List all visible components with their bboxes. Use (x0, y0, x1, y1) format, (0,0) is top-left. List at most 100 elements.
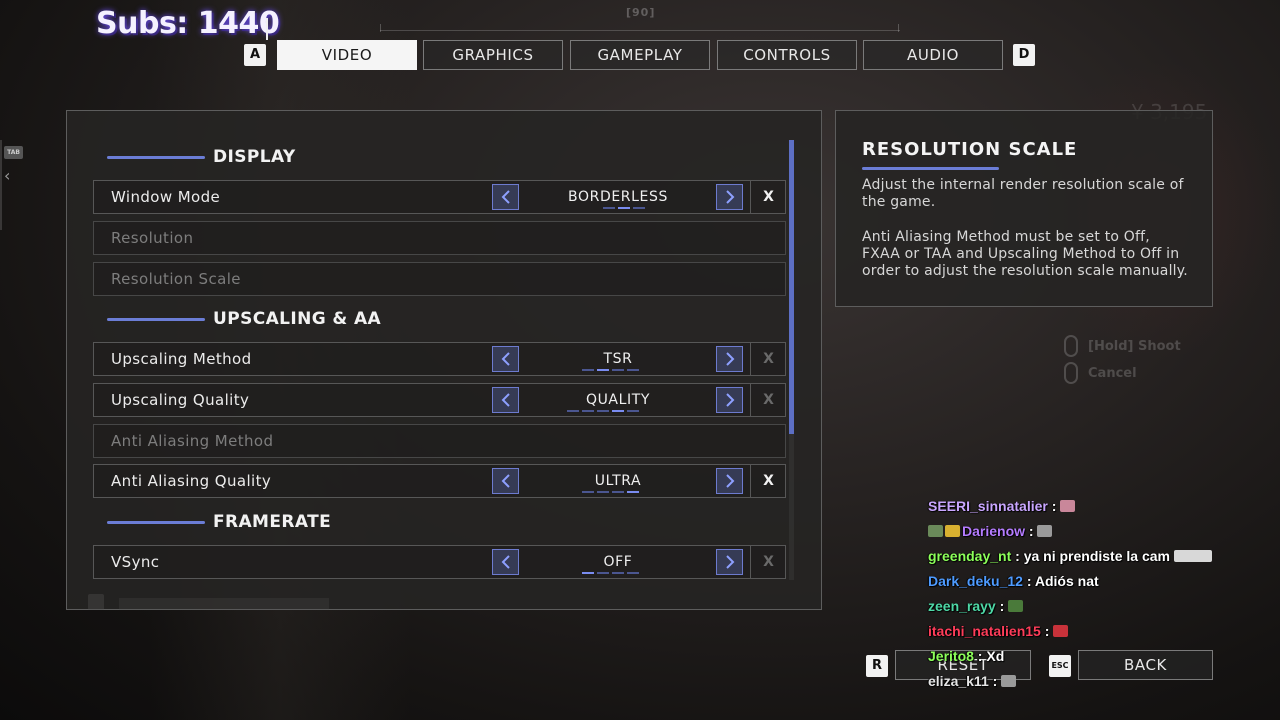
arrow-left-button[interactable] (492, 184, 519, 210)
mouse-icon (1064, 335, 1078, 357)
chat-separator: : (995, 598, 1009, 614)
chat-separator: : (1040, 623, 1054, 639)
option-indicator (582, 369, 639, 371)
tab-gameplay[interactable]: GAMEPLAY (570, 40, 710, 70)
reset-setting-button[interactable]: X (750, 384, 786, 416)
setting-row-anti-aliasing-method: Anti Aliasing Method (93, 424, 786, 458)
chat-message: Darienow : (928, 522, 1228, 547)
chat-message: itachi_natalien15 : (928, 622, 1228, 647)
arrow-left-button[interactable] (492, 468, 519, 494)
section-accent-line (107, 155, 205, 159)
chat-separator: : (1025, 523, 1038, 539)
setting-row-upscaling-quality[interactable]: Upscaling Quality QUALITY X (93, 383, 786, 417)
chat-separator: : (988, 673, 1002, 689)
next-tab-key: D (1013, 44, 1035, 66)
chat-username: Dark_deku_12 (928, 573, 1023, 589)
section-display: DISPLAY (107, 145, 296, 169)
chat-username: Jerito8 (928, 648, 974, 664)
chevron-left-icon (501, 474, 510, 488)
chat-message: zeen_rayy : (928, 597, 1228, 622)
chat-username: itachi_natalien15 (928, 623, 1041, 639)
setting-label: Window Mode (111, 188, 221, 206)
chat-separator: : (1047, 498, 1061, 514)
arrow-right-button[interactable] (716, 387, 743, 413)
description-accent-line (862, 167, 999, 170)
option-indicator (582, 491, 639, 493)
chevron-left-icon[interactable]: ‹ (4, 166, 10, 185)
chat-message: eliza_k11 : (928, 672, 1228, 697)
compass-heading: [90] (626, 6, 656, 19)
arrow-right-button[interactable] (716, 549, 743, 575)
control-hint-label: Cancel (1088, 365, 1137, 381)
control-hint-cancel: Cancel (1064, 362, 1137, 384)
reset-key: R (866, 655, 888, 677)
compass-tick-left (380, 24, 381, 32)
chat-badge-icon (945, 525, 960, 537)
setting-row-upscaling-method[interactable]: Upscaling Method TSR X (93, 342, 786, 376)
chat-separator: : (1022, 573, 1035, 589)
reset-setting-button[interactable]: X (750, 343, 786, 375)
reset-setting-button[interactable]: X (750, 546, 786, 578)
chat-message: SEERI_sinnatalier : (928, 497, 1228, 522)
chat-text: Xd (986, 648, 1005, 664)
option-indicator (603, 207, 645, 209)
setting-label: Upscaling Method (111, 350, 252, 368)
chat-text: ya ni prendiste la cam (1023, 548, 1174, 564)
setting-label: Anti Aliasing Method (111, 432, 274, 450)
description-panel: RESOLUTION SCALE Adjust the internal ren… (835, 110, 1213, 307)
description-paragraph: Anti Aliasing Method must be set to Off,… (862, 229, 1188, 279)
chevron-left-icon (501, 393, 510, 407)
description-title: RESOLUTION SCALE (862, 139, 1078, 160)
tab-audio[interactable]: AUDIO (863, 40, 1003, 70)
stream-chat-overlay: SEERI_sinnatalier : Darienow : greenday_… (928, 497, 1228, 697)
chat-separator: : (973, 648, 987, 664)
setting-row-window-mode[interactable]: Window Mode BORDERLESS X (93, 180, 786, 214)
footer-icon (88, 594, 104, 610)
chat-username: SEERI_sinnatalier (928, 498, 1048, 514)
reset-setting-button[interactable]: X (750, 181, 786, 213)
chat-separator: : (1011, 548, 1024, 564)
control-hint-shoot: [Hold] Shoot (1064, 335, 1181, 357)
chat-username: Darienow (962, 523, 1026, 539)
compass-bar (380, 30, 900, 31)
arrow-right-button[interactable] (716, 468, 743, 494)
setting-label: VSync (111, 553, 160, 571)
tab-controls[interactable]: CONTROLS (717, 40, 857, 70)
control-hint-label: [Hold] Shoot (1088, 338, 1181, 354)
chevron-right-icon (725, 474, 734, 488)
chat-emote-icon (1060, 500, 1076, 512)
side-panel-edge (0, 140, 2, 230)
prev-tab-key: A (244, 44, 266, 66)
setting-row-resolution: Resolution (93, 221, 786, 255)
chevron-right-icon (725, 555, 734, 569)
section-title: FRAMERATE (213, 512, 332, 532)
setting-row-vsync[interactable]: VSync OFF X (93, 545, 786, 579)
chat-emote-icon (1037, 525, 1053, 537)
setting-row-anti-aliasing-quality[interactable]: Anti Aliasing Quality ULTRA X (93, 464, 786, 498)
section-accent-line (107, 317, 205, 321)
settings-scrollbar-thumb[interactable] (789, 140, 794, 434)
section-accent-line (107, 520, 205, 524)
section-framerate: FRAMERATE (107, 510, 331, 534)
reset-setting-button[interactable]: X (750, 465, 786, 497)
side-tab-key: TAB (4, 146, 23, 159)
arrow-left-button[interactable] (492, 387, 519, 413)
arrow-right-button[interactable] (716, 184, 743, 210)
setting-label: Resolution Scale (111, 270, 241, 288)
chat-emote-icon (1173, 550, 1212, 562)
section-upscaling: UPSCALING & AA (107, 307, 381, 331)
arrow-left-button[interactable] (492, 549, 519, 575)
setting-row-resolution-scale: Resolution Scale (93, 262, 786, 296)
chat-badge-icon (928, 525, 943, 537)
text-caret (266, 18, 268, 40)
tab-video[interactable]: VIDEO (277, 40, 417, 70)
arrow-right-button[interactable] (716, 346, 743, 372)
chat-message: Dark_deku_12 : Adiós nat (928, 572, 1228, 597)
arrow-left-button[interactable] (492, 346, 519, 372)
chevron-right-icon (725, 393, 734, 407)
chat-emote-icon (1053, 625, 1069, 637)
tab-graphics[interactable]: GRAPHICS (423, 40, 563, 70)
chevron-right-icon (725, 352, 734, 366)
subs-counter-overlay: Subs: 1440 (96, 6, 280, 41)
setting-label: Resolution (111, 229, 194, 247)
